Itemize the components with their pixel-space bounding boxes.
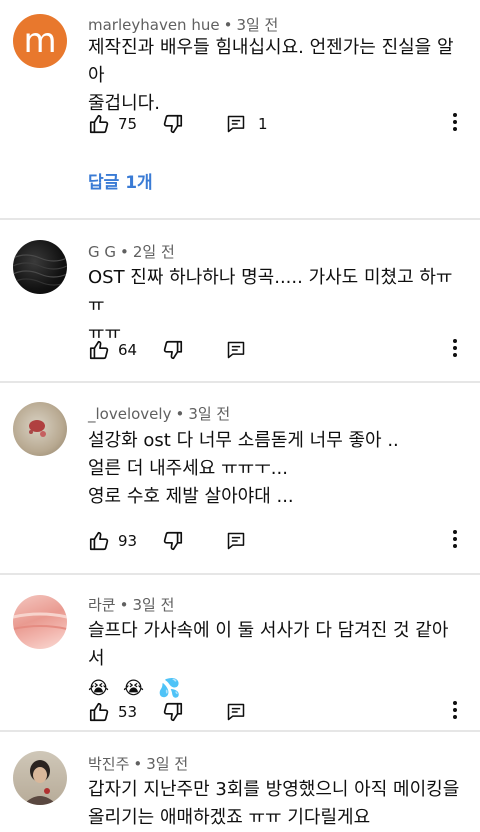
dislike-button[interactable] bbox=[162, 701, 226, 723]
comment-meta: marleyhaven hue • 3일 전 bbox=[88, 14, 278, 35]
like-button[interactable]: 93 bbox=[88, 530, 162, 552]
like-count: 64 bbox=[118, 341, 138, 359]
like-count: 53 bbox=[118, 703, 138, 721]
comment-text: OST 진짜 하나하나 명곡..... 가사도 미쳤고 하ㅠㅠ ㅠㅠ bbox=[88, 267, 453, 344]
more-vertical-icon bbox=[452, 339, 458, 361]
comment-item: 라쿤 • 3일 전 슬프다 가사속에 이 둘 서사가 다 담겨진 것 같아서 😭 😭… bbox=[0, 575, 480, 732]
reply-comment-icon bbox=[226, 340, 246, 360]
meta-separator: • bbox=[223, 16, 233, 34]
like-button[interactable]: 64 bbox=[88, 339, 162, 361]
thumbs-down-icon bbox=[162, 339, 184, 361]
comment-text: 설강화 ost 다 너무 소름돋게 너무 좋아 .. 얼른 더 내주세요 ㅠㅠㅜ… bbox=[88, 430, 399, 507]
comment-actions: 75 1 bbox=[88, 111, 480, 137]
meta-separator: • bbox=[120, 243, 129, 261]
avatar-pattern bbox=[29, 420, 46, 437]
reply-button[interactable] bbox=[226, 340, 246, 360]
thumbs-up-icon bbox=[88, 339, 110, 361]
avatar-letter: m bbox=[23, 21, 57, 61]
thumbs-down-icon bbox=[162, 113, 184, 135]
comment-item: _lovelovely • 3일 전 설강화 ost 다 너무 소름돋게 너무 좋아… bbox=[0, 383, 480, 575]
avatar-pattern bbox=[13, 254, 67, 286]
reply-button[interactable] bbox=[226, 702, 246, 722]
avatar[interactable] bbox=[13, 240, 67, 294]
comment-meta: 박진주 • 3일 전 bbox=[88, 753, 188, 774]
comment-text-line: 슬프다 가사속에 이 둘 서사가 다 담겨진 것 같아서 bbox=[88, 620, 449, 669]
thumbs-up-icon bbox=[88, 113, 110, 135]
more-vertical-icon bbox=[452, 113, 458, 135]
like-button[interactable]: 53 bbox=[88, 701, 162, 723]
comment-item: 박진주 • 3일 전 갑자기 지난주만 3회를 방영했으니 아직 메이킹을 올리기는… bbox=[0, 732, 480, 832]
reply-comment-icon bbox=[226, 114, 246, 134]
dislike-button[interactable] bbox=[162, 339, 226, 361]
comment-actions: 64 bbox=[88, 337, 480, 363]
more-options-button[interactable] bbox=[450, 699, 460, 725]
avatar-pattern bbox=[13, 612, 67, 630]
more-options-button[interactable] bbox=[450, 337, 460, 363]
comment-time: 3일 전 bbox=[132, 596, 175, 614]
comment-meta: _lovelovely • 3일 전 bbox=[88, 403, 230, 424]
avatar[interactable]: m bbox=[13, 14, 67, 68]
meta-separator: • bbox=[119, 596, 129, 614]
reply-button[interactable] bbox=[226, 531, 246, 551]
avatar[interactable] bbox=[13, 402, 67, 456]
comment-actions: 93 bbox=[88, 528, 480, 554]
comment-time: 2일 전 bbox=[132, 243, 175, 261]
comment-time: 3일 전 bbox=[146, 755, 189, 773]
avatar[interactable] bbox=[13, 595, 67, 649]
avatar[interactable] bbox=[13, 751, 67, 805]
like-button[interactable]: 75 bbox=[88, 113, 162, 135]
comment-feed: m marleyhaven hue • 3일 전 제작진과 배우들 힘내십시요. 언… bbox=[0, 0, 480, 832]
comment-text: 제작진과 배우들 힘내십시요. 언젠가는 진실을 알아 줄겁니다. bbox=[88, 37, 454, 114]
comment-author[interactable]: G G bbox=[88, 243, 116, 261]
more-vertical-icon bbox=[452, 701, 458, 723]
comment-author[interactable]: marleyhaven hue bbox=[88, 16, 220, 34]
meta-separator: • bbox=[175, 405, 185, 423]
comment-author[interactable]: _lovelovely bbox=[88, 405, 171, 423]
dislike-button[interactable] bbox=[162, 113, 226, 135]
like-count: 93 bbox=[118, 532, 138, 550]
comment-author[interactable]: 박진주 bbox=[88, 755, 129, 773]
comment-time: 3일 전 bbox=[236, 16, 279, 34]
dislike-button[interactable] bbox=[162, 530, 226, 552]
more-options-button[interactable] bbox=[450, 528, 460, 554]
comment-meta: 라쿤 • 3일 전 bbox=[88, 594, 174, 615]
comment-item: G G • 2일 전 OST 진짜 하나하나 명곡..... 가사도 미쳤고 하ㅠㅠ… bbox=[0, 220, 480, 383]
reply-count: 1 bbox=[258, 115, 268, 133]
thumbs-up-icon bbox=[88, 701, 110, 723]
like-count: 75 bbox=[118, 115, 138, 133]
comment-text: 슬프다 가사속에 이 둘 서사가 다 담겨진 것 같아서 😭 😭 💦 bbox=[88, 617, 460, 703]
meta-separator: • bbox=[133, 755, 143, 773]
more-options-button[interactable] bbox=[450, 111, 460, 137]
reply-comment-icon bbox=[226, 531, 246, 551]
comment-time: 3일 전 bbox=[188, 405, 231, 423]
reply-comment-icon bbox=[226, 702, 246, 722]
comment-item: m marleyhaven hue • 3일 전 제작진과 배우들 힘내십시요. 언… bbox=[0, 0, 480, 220]
comment-author[interactable]: 라쿤 bbox=[88, 596, 116, 614]
thumbs-down-icon bbox=[162, 701, 184, 723]
avatar-pattern bbox=[23, 760, 57, 805]
comment-actions: 53 bbox=[88, 699, 480, 725]
comment-text: 갑자기 지난주만 3회를 방영했으니 아직 메이킹을 올리기는 애매하겠죠 ㅠㅠ… bbox=[88, 779, 460, 828]
thumbs-down-icon bbox=[162, 530, 184, 552]
thumbs-up-icon bbox=[88, 530, 110, 552]
comment-meta: G G • 2일 전 bbox=[88, 241, 175, 262]
reply-button[interactable]: 1 bbox=[226, 114, 268, 134]
view-replies-link[interactable]: 답글 1개 bbox=[88, 168, 153, 193]
more-vertical-icon bbox=[452, 530, 458, 552]
